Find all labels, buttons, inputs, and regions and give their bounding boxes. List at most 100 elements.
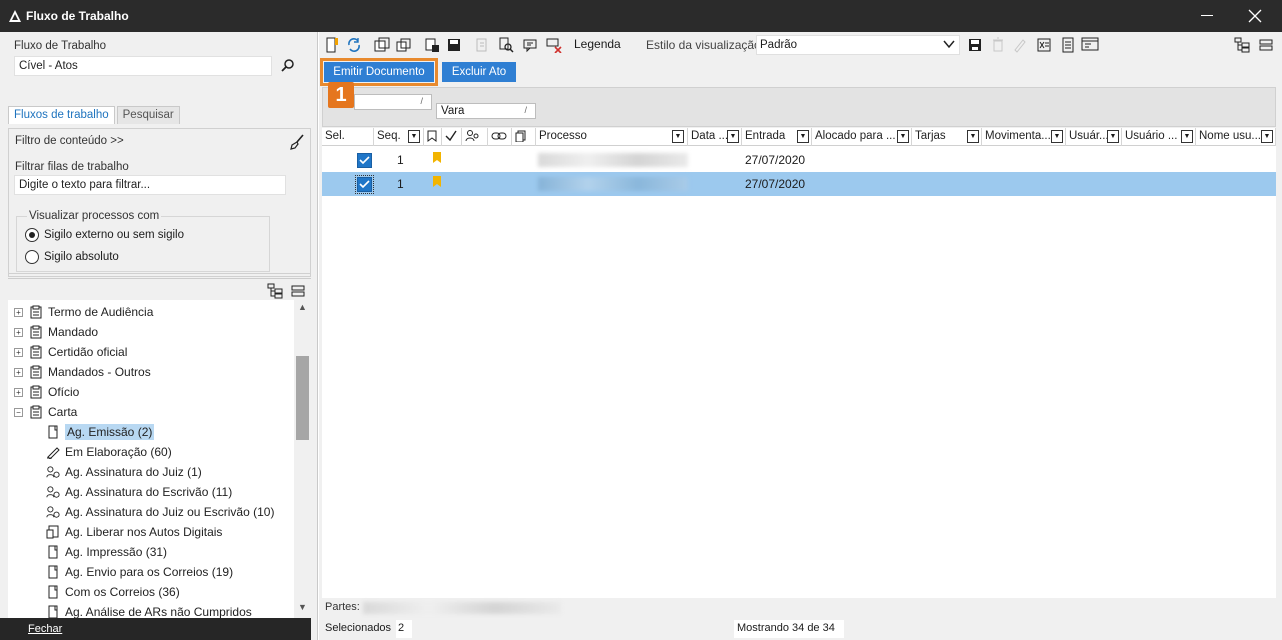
refresh-icon[interactable] [345,36,363,54]
fluxo-select[interactable]: Cível - Atos [14,56,272,76]
tree-queue-item[interactable]: Ag. Emissão (2) [46,422,155,442]
expand-icon[interactable]: + [14,387,23,397]
expand-icon[interactable]: + [14,367,23,377]
filter-dropdown-icon[interactable]: ▼ [727,130,739,143]
tree-queue-item[interactable]: Ag. Assinatura do Juiz (1) [46,462,202,482]
window-layout-icon[interactable] [1081,36,1099,54]
tree-folder-item[interactable]: + Termo de Audiência [14,302,153,322]
estilo-select[interactable]: Padrão [756,35,960,55]
row-checkbox[interactable] [355,175,374,194]
folder-icon [29,365,43,379]
left-panel: Fluxo de Trabalho Cível - Atos Fluxos de… [0,32,318,640]
col-sel[interactable]: Sel. [322,128,374,146]
tree-folder-item[interactable]: + Mandado [14,322,98,342]
tree-item-label: Certidão oficial [48,345,128,359]
tab-fluxos[interactable]: Fluxos de trabalho [8,106,115,124]
scroll-thumb[interactable] [296,356,309,440]
brush-icon[interactable] [289,134,305,153]
group-chip-1[interactable]: / [354,94,432,110]
estilo-label: Estilo da visualização [646,38,761,52]
expand-icon[interactable]: + [14,327,23,337]
filter-dropdown-icon[interactable]: ▼ [1181,130,1193,143]
expand-icon[interactable]: + [14,307,23,317]
tree-scrollbar[interactable]: ▲ ▼ [294,300,311,618]
queue-icon [46,545,60,559]
tree-queue-item[interactable]: Ag. Assinatura do Juiz ou Escrivão (10) [46,502,274,522]
row-checkbox[interactable] [357,153,372,168]
tree-queue-item[interactable]: Em Elaboração (60) [46,442,172,462]
copy-check-icon[interactable] [373,36,391,54]
group-chip-vara[interactable]: Vara / [436,103,536,119]
queue-icon [46,465,60,479]
radio-sigilo-absoluto[interactable]: Sigilo absoluto [25,250,119,264]
print-lock-icon[interactable] [423,36,441,54]
tree-folder-item[interactable]: + Certidão oficial [14,342,127,362]
search-icon[interactable] [280,58,298,76]
tree-queue-item[interactable]: Com os Correios (36) [46,582,180,602]
collapse-icon[interactable]: − [14,407,23,417]
visualizar-label: Visualizar processos com [27,210,162,222]
queue-icon [46,485,60,499]
tree-folder-item[interactable]: + Ofício [14,382,79,402]
save-doc-icon[interactable] [445,36,463,54]
collapse-groups-icon[interactable] [1257,36,1275,54]
filter-dropdown-icon[interactable]: ▼ [897,130,909,143]
tree-queue-item[interactable]: Ag. Análise de ARs não Cumpridos [46,602,252,618]
col-users[interactable] [462,128,488,146]
filter-dropdown-icon[interactable]: ▼ [1261,130,1273,143]
tree-queue-item[interactable]: Ag. Assinatura do Escrivão (11) [46,482,232,502]
excluir-ato-button[interactable]: Excluir Ato [442,62,516,82]
emitir-documento-button[interactable]: Emitir Documento [320,58,438,86]
grid-header: Sel. Seq. ▼ Processo ▼ Data ... ▼ Entrad… [322,128,1276,146]
filtro-conteudo-link[interactable]: Filtro de conteúdo >> [15,135,124,147]
tree-queue-item[interactable]: Ag. Impressão (31) [46,542,167,562]
radio-sigilo-externo[interactable]: Sigilo externo ou sem sigilo [25,228,184,242]
status-bar: Selecionados 2 Mostrando 34 de 34 [319,618,1282,640]
filter-dropdown-icon[interactable]: ▼ [967,130,979,143]
filter-dropdown-icon[interactable]: ▼ [797,130,809,143]
queue-icon [46,585,60,599]
expand-icon[interactable]: + [14,347,23,357]
chevron-down-icon [943,38,955,53]
row-seq: 1 [397,177,404,191]
row-seq: 1 [397,153,404,167]
tree-queue-item[interactable]: Ag. Envio para os Correios (19) [46,562,233,582]
tree-folder-item[interactable]: + Mandados - Outros [14,362,151,382]
remove-comment-icon[interactable] [545,36,563,54]
tab-pesquisar[interactable]: Pesquisar [116,106,180,124]
table-row[interactable]: 1 27/07/2020 [322,172,1276,196]
legenda-button[interactable]: Legenda [574,37,621,51]
close-window-button[interactable] [1240,6,1270,26]
fechar-button[interactable]: Fechar [0,618,311,640]
tree-item-label: Mandados - Outros [48,365,151,379]
table-row[interactable]: 1 27/07/2020 [322,148,1276,172]
tree-folder-item[interactable]: − Carta [14,402,77,422]
window-title: Fluxo de Trabalho [26,9,129,23]
group-by-bar: / Vara / [322,87,1276,127]
expand-groups-icon[interactable] [1233,36,1251,54]
copy-icon[interactable] [395,36,413,54]
minimize-button[interactable] [1192,6,1222,26]
mostrando-status: Mostrando 34 de 34 [734,620,844,638]
col-link[interactable] [488,128,512,146]
filtrar-filas-input[interactable]: Digite o texto para filtrar... [14,175,286,195]
col-docs[interactable] [512,128,536,146]
filter-dropdown-icon[interactable]: ▼ [1051,130,1063,143]
search-doc-icon[interactable] [497,36,515,54]
queue-icon [46,425,60,439]
filter-dropdown-icon[interactable]: ▼ [408,130,420,143]
col-check[interactable] [442,128,462,146]
filter-dropdown-icon[interactable]: ▼ [1107,130,1119,143]
tree-queue-item[interactable]: Ag. Liberar nos Autos Digitais [46,522,222,542]
filter-dropdown-icon[interactable]: ▼ [672,130,684,143]
comment-icon[interactable] [521,36,539,54]
attach-disabled-icon [473,36,491,54]
scroll-down-icon[interactable]: ▼ [294,602,311,616]
col-bookmark[interactable] [424,128,442,146]
new-document-icon[interactable] [323,36,341,54]
excel-export-icon[interactable] [1035,36,1053,54]
scroll-up-icon[interactable]: ▲ [294,302,311,316]
report-icon[interactable] [1059,36,1077,54]
col-processo[interactable]: Processo [536,128,688,146]
save-view-icon[interactable] [966,36,984,54]
